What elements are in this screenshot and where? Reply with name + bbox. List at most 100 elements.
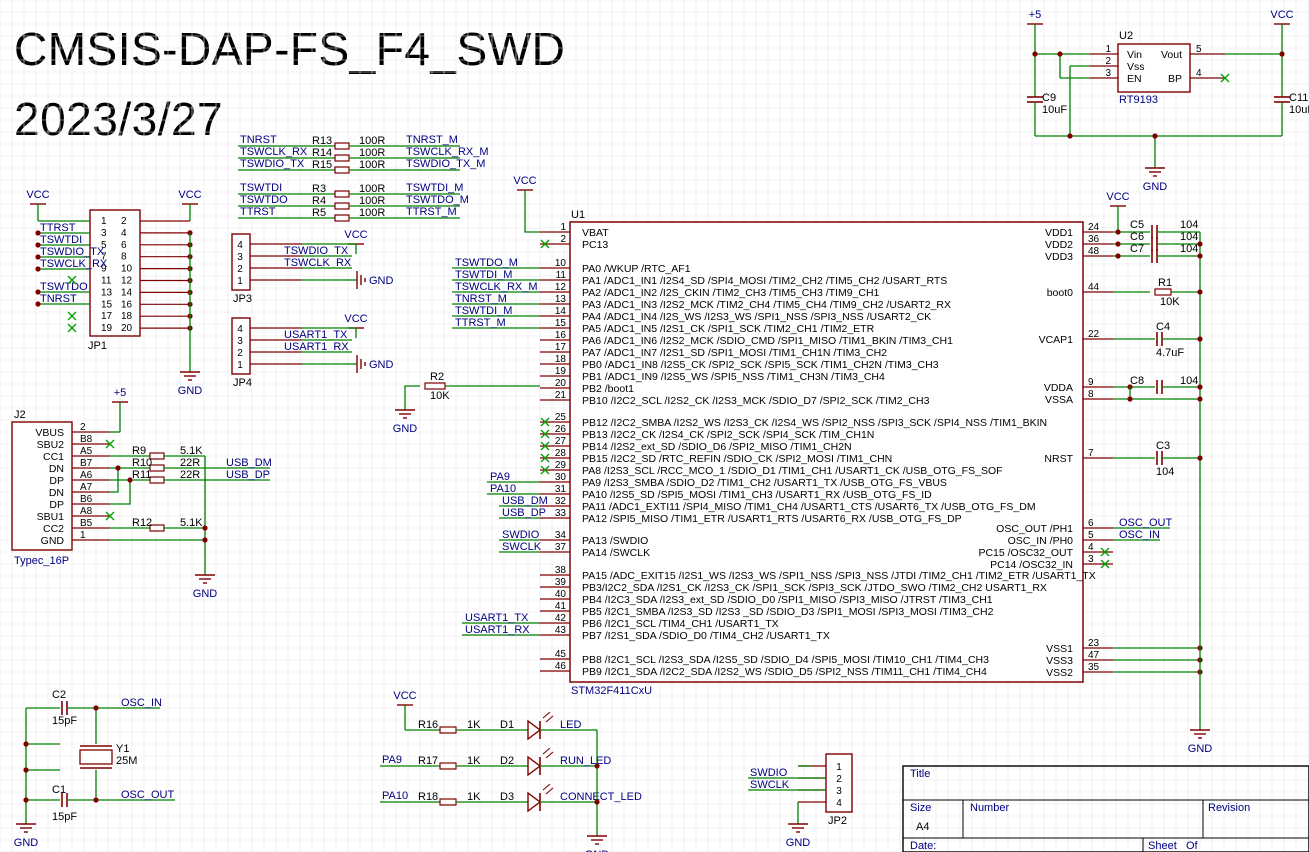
jp3-pin-number: 1: [237, 276, 243, 287]
u1-pin-number: 13: [555, 294, 567, 305]
u1-pin-number: 4: [1088, 542, 1094, 553]
jp1-pin-number: 4: [121, 228, 127, 239]
j2-pin-number: 2: [80, 422, 86, 433]
u2-pin-number: 3: [1105, 68, 1111, 79]
r1-val: 10K: [1160, 296, 1180, 308]
u1-pin-name: PA9 /I2S3_SMBA /SDIO_D2 /TIM1_CH2 /USART…: [582, 477, 947, 489]
junction-dot: [1197, 384, 1203, 390]
u1-pin-number: 36: [1088, 234, 1100, 245]
net-label: SWCLK: [750, 779, 790, 791]
j2-pin-name: CC1: [43, 451, 64, 463]
u1-pin-number: 18: [555, 354, 567, 365]
jp1-pin-number: 1: [101, 216, 107, 227]
crystal-ref: Y1: [116, 743, 129, 755]
u1-pin-name: PA4 /ADC1_IN4 /I2S_WS /I2S3_WS /SPI1_NSS…: [582, 311, 931, 323]
net-label: USB_DP: [226, 469, 270, 481]
junction-dot: [23, 741, 29, 747]
u1-pin-name: VDD3: [1045, 251, 1073, 263]
jp4-pin-number: 4: [237, 324, 243, 335]
u1-pin-name: NRST: [1044, 453, 1073, 465]
junction-dot: [202, 537, 208, 543]
j2-pin-number: B6: [80, 494, 93, 505]
net-label: TSWTDI_M: [406, 182, 463, 194]
u1-pin-name: PA3 /ADC1_IN3 /I2S2_MCK /TIM2_CH4 /TIM5_…: [582, 299, 951, 311]
cap-val: 104: [1180, 231, 1198, 243]
gnd-label: GND: [369, 275, 394, 287]
u1-pin-number: 10: [555, 258, 567, 269]
u1-pin-number: 46: [555, 661, 567, 672]
junction-dot: [1197, 396, 1203, 402]
j2-ref: J2: [14, 409, 26, 421]
u1-pin-name: PA8 /I2S3_SCL /RCC_MCO_1 /SDIO_D1 /TIM1_…: [582, 465, 1003, 477]
power-label: VCC: [1270, 9, 1293, 21]
net-label: SWDIO: [750, 767, 788, 779]
net-label: TSWTDO_M: [406, 194, 469, 206]
net-label: TSWTDI: [240, 182, 282, 194]
resistor-ref: R13: [312, 135, 332, 147]
resistor-ref: R14: [312, 147, 332, 159]
gnd-label: GND: [193, 588, 218, 600]
u1-pin-number: 1: [560, 222, 566, 233]
cap-val: 4.7uF: [1156, 347, 1184, 359]
u2-pin-name: Vout: [1161, 49, 1182, 61]
u1-pin-number: 30: [555, 472, 567, 483]
led-net-label: LED: [560, 719, 581, 731]
net-label: TSWDIO_TX: [284, 245, 349, 257]
u1-pin-name: PB6 /I2C1_SCL /TIM4_CH1 /USART1_TX: [582, 618, 779, 630]
net-label: TSWDIO_TX: [40, 246, 105, 258]
u1-pin-number: 5: [1088, 530, 1094, 541]
wire: [404, 385, 420, 400]
cap-val: 104: [1156, 466, 1174, 478]
cap-ref: C11: [1289, 92, 1308, 104]
jp4-pin-number: 2: [237, 348, 243, 359]
net-label: TNRST_M: [455, 293, 507, 305]
u1-pin-number: 22: [1088, 329, 1100, 340]
net-label: PA10: [382, 790, 408, 802]
junction-dot: [115, 465, 121, 471]
j2-pin-name: DP: [49, 475, 64, 487]
u1-pin-number: 26: [555, 424, 567, 435]
u1-pin-number: 21: [555, 390, 567, 401]
power-label: VCC: [1106, 191, 1129, 203]
u1-pin-name: PA15 /ADC_EXIT15 /I2S1_WS /I2S3_WS /SPI1…: [582, 570, 1096, 582]
u1-pin-name: PB0 /ADC1_IN8 /I2S5_CK /SPI2_SCK /SPI5_S…: [582, 359, 939, 371]
u1-pin-number: 7: [1088, 448, 1094, 459]
j2-pin-name: SBU2: [37, 439, 65, 451]
u1-pin-name: PA1 /ADC1_IN1 /I2S4_SD /SPI4_MOSI /TIM2_…: [582, 275, 947, 287]
cap-ref: C9: [1042, 92, 1056, 104]
jp4-pin-number: 1: [237, 360, 243, 371]
net-label: PA9: [490, 471, 510, 483]
junction-dot: [1152, 133, 1158, 139]
jp2-ref: JP2: [828, 815, 847, 827]
u1-pin-name: VDD2: [1045, 239, 1073, 251]
resistor-ref: R10: [132, 457, 152, 469]
u1-pin-name: PA0 /WKUP /RTC_AF1: [582, 263, 691, 275]
jp1-ref: JP1: [88, 340, 107, 352]
schematic-canvas: U1 STM32F411CxU 1 VBAT 2 PC13 10 PA0 /WKUP /RTC…: [0, 0, 1309, 852]
u1-pin-name: VCAP1: [1039, 334, 1074, 346]
jp3-ref: JP3: [233, 293, 252, 305]
u2-pin-number: 1: [1105, 44, 1111, 55]
cap-val: 104: [1180, 243, 1198, 255]
u1-pin-name: PB15 /I2C2_SD /RTC_REFIN /SDIO_CK /SPI2_…: [582, 453, 892, 465]
junction-dot: [1115, 253, 1121, 259]
cap-val: 15pF: [52, 715, 77, 727]
cap-ref: C2: [52, 689, 66, 701]
power-label: VCC: [26, 189, 49, 201]
u1-pin-name: VSSA: [1045, 394, 1073, 406]
u1-pin-name: VDD1: [1045, 227, 1073, 239]
j2-pin-name: DP: [49, 499, 64, 511]
cap-ref: C5: [1130, 219, 1144, 231]
u1-pin-name: PA5 /ADC1_IN5 /I2S1_CK /SPI1_SCK /TIM2_C…: [582, 323, 875, 335]
net-label: OSC_OUT: [1119, 517, 1172, 529]
power-label: VCC: [344, 313, 367, 325]
tb-of-label: Of: [1186, 840, 1199, 852]
tb-size-label: Size: [910, 802, 931, 814]
net-label: TSWTDO_M: [455, 257, 518, 269]
u2-part: RT9193: [1119, 94, 1158, 106]
led-ref: D3: [500, 791, 514, 803]
u1-pin-number: 43: [555, 625, 567, 636]
junction-dot: [1197, 336, 1203, 342]
net-label: TSWCLK_RX: [284, 257, 352, 269]
net-label: OSC_IN: [121, 697, 162, 709]
